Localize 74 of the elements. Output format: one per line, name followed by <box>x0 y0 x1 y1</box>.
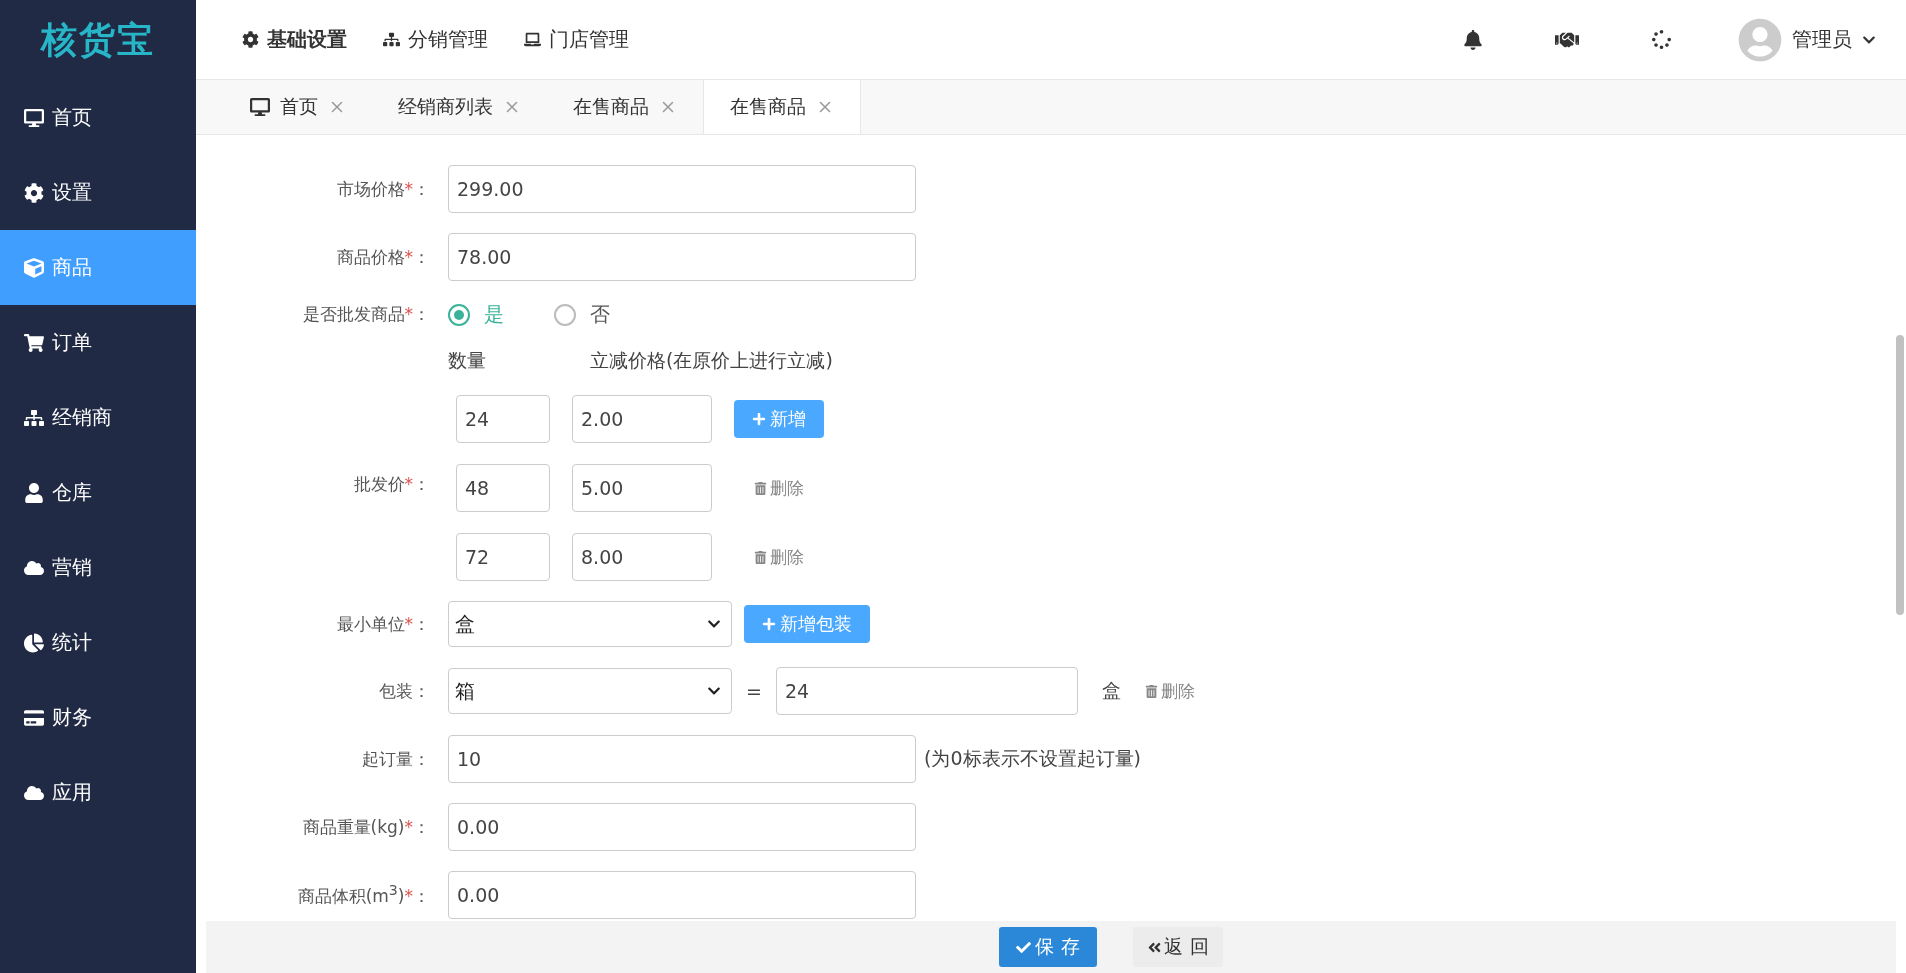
column-header: 立减价格(在原价上进行立减) <box>590 348 833 373</box>
laptop-icon <box>524 31 541 48</box>
field-label: 包装： <box>378 679 431 703</box>
avatar-icon <box>1738 17 1782 62</box>
cube-icon <box>24 257 44 278</box>
page-tab[interactable]: 首页 <box>224 80 372 134</box>
delete-button[interactable]: 删除 <box>1144 679 1195 703</box>
text-input[interactable]: 299.00 <box>448 165 916 213</box>
field-label: 商品体积(m$^{3}$)*： <box>296 882 431 908</box>
monitor-icon <box>24 107 44 128</box>
nav-link[interactable]: 门店管理 <box>524 26 629 53</box>
field-label: 商品重量(kg)*： <box>301 815 431 839</box>
back-button[interactable]: 返 回 <box>1133 927 1223 967</box>
plus-icon <box>762 617 776 631</box>
hierarchy-icon <box>383 31 400 48</box>
discount-input[interactable]: 8.00 <box>572 533 712 581</box>
discount-input[interactable]: 5.00 <box>572 464 712 512</box>
trash-icon <box>1144 684 1158 698</box>
trash-icon <box>754 550 767 564</box>
unit-text: 盒 <box>1101 678 1121 703</box>
delete-button[interactable]: 删除 <box>754 476 804 500</box>
sidebar-item[interactable]: 订单 <box>0 305 196 380</box>
logo: 核货宝 <box>39 17 156 62</box>
text-input[interactable]: 78.00 <box>448 233 916 281</box>
text-input[interactable]: 24 <box>775 667 1078 715</box>
check-icon <box>1016 939 1032 955</box>
unit-select[interactable]: 盒 <box>448 601 732 647</box>
page-tab[interactable]: 在售商品 <box>703 80 861 134</box>
sidebar-item[interactable]: 应用 <box>0 755 196 830</box>
user-menu[interactable]: 管理员 <box>1738 17 1876 62</box>
gear-icon <box>242 31 259 48</box>
field-label: 起订量： <box>361 747 431 771</box>
quantity-input[interactable]: 72 <box>456 533 550 581</box>
gear-icon <box>24 182 44 203</box>
sidebar-item[interactable]: 营销 <box>0 530 196 605</box>
person-icon <box>24 482 44 503</box>
sidebar-item[interactable]: 统计 <box>0 605 196 680</box>
text-input[interactable]: 0.00 <box>448 803 916 851</box>
plus-icon <box>752 412 766 426</box>
spinner-icon[interactable] <box>1651 30 1671 49</box>
text-input[interactable]: 10 <box>448 735 916 783</box>
page-tab[interactable]: 经销商列表 <box>372 80 547 134</box>
text-input[interactable]: 0.00 <box>448 871 916 919</box>
field-label: 批发价*： <box>352 473 431 496</box>
page-tab[interactable]: 在售商品 <box>547 80 703 134</box>
field-label: 商品价格*： <box>335 245 431 269</box>
sidebar-item[interactable]: 设置 <box>0 155 196 230</box>
sidebar-item[interactable]: 财务 <box>0 680 196 755</box>
column-header: 数量 <box>448 348 487 373</box>
sidebar-item[interactable]: 仓库 <box>0 455 196 530</box>
radio-option[interactable]: 否 <box>554 301 610 328</box>
trash-icon <box>754 481 767 495</box>
scrollbar[interactable] <box>1896 335 1904 615</box>
equals-sign: = <box>746 680 762 702</box>
hierarchy-icon <box>24 407 44 428</box>
cart-icon <box>24 332 44 353</box>
package-select[interactable]: 箱 <box>448 668 732 714</box>
hint-text: (为0标表示不设置起订量) <box>924 746 1141 771</box>
quantity-input[interactable]: 24 <box>456 395 550 443</box>
field-label: 市场价格*： <box>335 177 431 201</box>
nav-link[interactable]: 分销管理 <box>383 26 488 53</box>
nav-link[interactable]: 基础设置 <box>242 26 347 53</box>
delete-button[interactable]: 删除 <box>754 545 804 569</box>
pie-chart-icon <box>24 632 44 653</box>
sidebar-item[interactable]: 经销商 <box>0 380 196 455</box>
sidebar-item[interactable]: 首页 <box>0 80 196 155</box>
card-icon <box>24 707 44 728</box>
monitor-icon <box>250 97 270 117</box>
bell-icon[interactable] <box>1463 29 1483 50</box>
field-label: 最小单位*： <box>335 612 431 636</box>
discount-input[interactable]: 2.00 <box>572 395 712 443</box>
save-button[interactable]: 保 存 <box>999 927 1097 967</box>
quantity-input[interactable]: 48 <box>456 464 550 512</box>
field-label: 是否批发商品*： <box>301 303 431 326</box>
